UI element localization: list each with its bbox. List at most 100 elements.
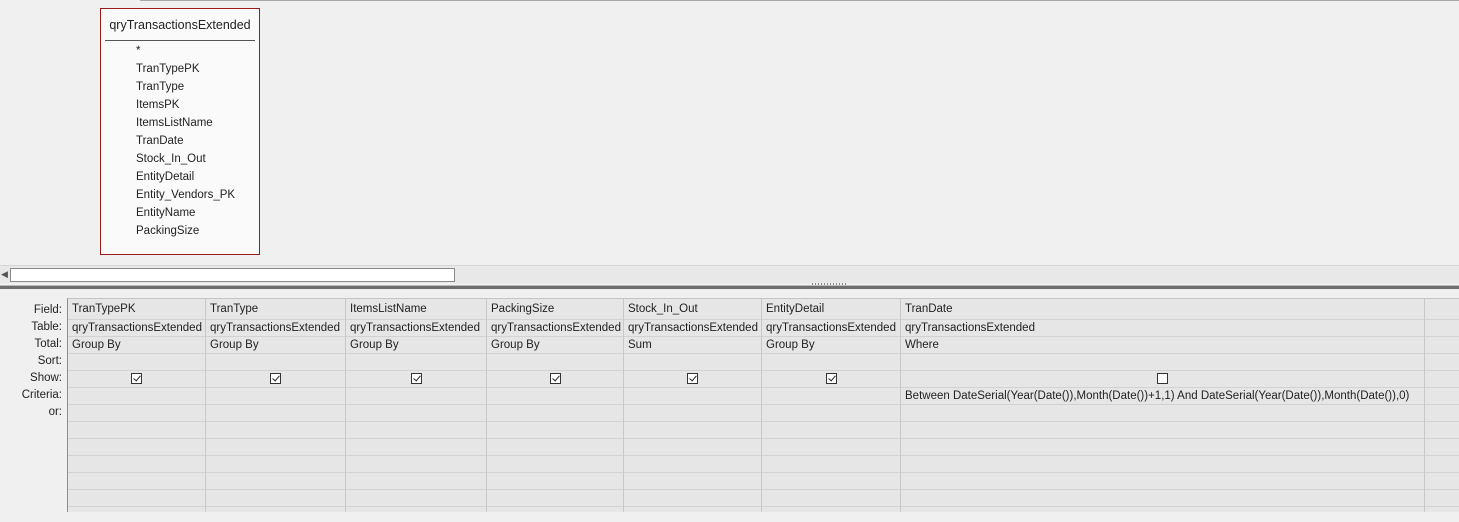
or-cell[interactable]	[901, 405, 1424, 422]
scrollbar-thumb[interactable]	[10, 268, 455, 282]
show-checkbox[interactable]	[549, 373, 561, 384]
show-cell	[487, 371, 623, 388]
show-cell[interactable]	[1425, 371, 1459, 388]
show-cell	[206, 371, 345, 388]
total-cell[interactable]: Group By	[206, 337, 345, 354]
field-cell[interactable]: TranType	[206, 299, 345, 320]
empty-criteria-rows[interactable]	[762, 422, 900, 522]
scroll-left-arrow-icon[interactable]: ◀	[0, 268, 9, 281]
table-cell[interactable]: qryTransactionsExtended	[901, 320, 1424, 337]
field-list-item[interactable]: ItemsPK	[136, 96, 235, 114]
criteria-cell[interactable]	[68, 388, 205, 405]
criteria-cell[interactable]	[624, 388, 761, 405]
or-cell[interactable]	[346, 405, 486, 422]
table-cell[interactable]: qryTransactionsExtended	[68, 320, 205, 337]
grid-column-empty[interactable]	[1425, 299, 1459, 522]
show-checkbox[interactable]	[825, 373, 837, 384]
table-cell[interactable]: qryTransactionsExtended	[487, 320, 623, 337]
or-cell[interactable]	[762, 405, 900, 422]
or-cell[interactable]	[68, 405, 205, 422]
criteria-cell[interactable]	[487, 388, 623, 405]
grid-column[interactable]: Stock_In_Out qryTransactionsExtended Sum	[624, 299, 762, 522]
grid-column[interactable]: TranTypePK qryTransactionsExtended Group…	[68, 299, 206, 522]
sort-cell[interactable]	[1425, 354, 1459, 371]
row-label-criteria: Criteria:	[21, 389, 62, 401]
field-cell[interactable]: TranDate	[901, 299, 1424, 320]
field-cell[interactable]	[1425, 299, 1459, 320]
field-list-item[interactable]: ItemsListName	[136, 114, 235, 132]
empty-criteria-rows[interactable]	[624, 422, 761, 522]
field-list-item[interactable]: Entity_Vendors_PK	[136, 186, 235, 204]
sort-cell[interactable]	[68, 354, 205, 371]
field-list-item[interactable]: EntityDetail	[136, 168, 235, 186]
or-cell[interactable]	[624, 405, 761, 422]
field-cell[interactable]: EntityDetail	[762, 299, 900, 320]
table-field-list-window[interactable]: qryTransactionsExtended * TranTypePK Tra…	[100, 8, 260, 255]
total-cell[interactable]	[1425, 337, 1459, 354]
sort-cell[interactable]	[346, 354, 486, 371]
total-cell[interactable]: Group By	[346, 337, 486, 354]
field-cell[interactable]: ItemsListName	[346, 299, 486, 320]
show-checkbox[interactable]	[270, 373, 281, 384]
grid-column[interactable]: TranType qryTransactionsExtended Group B…	[206, 299, 346, 522]
criteria-cell[interactable]	[206, 388, 345, 405]
empty-criteria-rows[interactable]	[901, 422, 1424, 522]
field-list-item[interactable]: EntityName	[136, 204, 235, 222]
empty-criteria-rows[interactable]	[206, 422, 345, 522]
show-checkbox[interactable]	[131, 373, 142, 384]
sort-cell[interactable]	[901, 354, 1424, 371]
qbe-grid[interactable]: TranTypePK qryTransactionsExtended Group…	[67, 298, 1459, 522]
field-cell[interactable]: Stock_In_Out	[624, 299, 761, 320]
show-checkbox[interactable]	[1157, 373, 1168, 384]
table-cell[interactable]: qryTransactionsExtended	[346, 320, 486, 337]
sort-cell[interactable]	[487, 354, 623, 371]
table-cell[interactable]: qryTransactionsExtended	[624, 320, 761, 337]
field-cell[interactable]: PackingSize	[487, 299, 623, 320]
sort-cell[interactable]	[762, 354, 900, 371]
table-field-list-title[interactable]: qryTransactionsExtended	[101, 18, 259, 32]
field-list-item[interactable]: *	[136, 42, 235, 60]
show-cell	[901, 371, 1424, 388]
grid-column[interactable]: ItemsListName qryTransactionsExtended Gr…	[346, 299, 487, 522]
total-cell[interactable]: Group By	[487, 337, 623, 354]
field-list-item[interactable]: PackingSize	[136, 222, 235, 240]
grid-row-labels: Field: Table: Total: Sort: Show: Criteri…	[0, 302, 62, 421]
field-list: * TranTypePK TranType ItemsPK ItemsListN…	[136, 42, 235, 240]
table-cell[interactable]: qryTransactionsExtended	[762, 320, 900, 337]
empty-criteria-rows[interactable]	[1425, 422, 1459, 522]
table-cell[interactable]	[1425, 320, 1459, 337]
total-cell[interactable]: Group By	[762, 337, 900, 354]
grid-column[interactable]: PackingSize qryTransactionsExtended Grou…	[487, 299, 624, 522]
grid-column[interactable]: EntityDetail qryTransactionsExtended Gro…	[762, 299, 901, 522]
criteria-cell[interactable]	[346, 388, 486, 405]
horizontal-scrollbar[interactable]: ◀	[0, 265, 1459, 283]
show-checkbox[interactable]	[687, 373, 698, 384]
sort-cell[interactable]	[624, 354, 761, 371]
field-cell[interactable]: TranTypePK	[68, 299, 205, 320]
or-cell[interactable]	[487, 405, 623, 422]
table-design-pane[interactable]: qryTransactionsExtended * TranTypePK Tra…	[0, 0, 1459, 265]
criteria-cell[interactable]: Between DateSerial(Year(Date()),Month(Da…	[901, 388, 1424, 405]
grid-column[interactable]: TranDate qryTransactionsExtended Where B…	[901, 299, 1425, 522]
criteria-cell[interactable]	[762, 388, 900, 405]
total-cell[interactable]: Sum	[624, 337, 761, 354]
table-cell[interactable]: qryTransactionsExtended	[206, 320, 345, 337]
total-cell[interactable]: Group By	[68, 337, 205, 354]
row-label-table: Table:	[31, 321, 62, 333]
row-label-or: or:	[48, 406, 62, 418]
field-list-item[interactable]: TranTypePK	[136, 60, 235, 78]
sort-cell[interactable]	[206, 354, 345, 371]
field-list-item[interactable]: Stock_In_Out	[136, 150, 235, 168]
show-cell	[346, 371, 486, 388]
empty-criteria-rows[interactable]	[487, 422, 623, 522]
or-cell[interactable]	[1425, 405, 1459, 422]
or-cell[interactable]	[206, 405, 345, 422]
field-list-item[interactable]: TranDate	[136, 132, 235, 150]
empty-criteria-rows[interactable]	[346, 422, 486, 522]
field-list-item[interactable]: TranType	[136, 78, 235, 96]
empty-criteria-rows[interactable]	[68, 422, 205, 522]
show-checkbox[interactable]	[410, 373, 422, 384]
total-cell[interactable]: Where	[901, 337, 1424, 354]
row-label-show: Show:	[30, 372, 62, 384]
criteria-cell[interactable]	[1425, 388, 1459, 405]
